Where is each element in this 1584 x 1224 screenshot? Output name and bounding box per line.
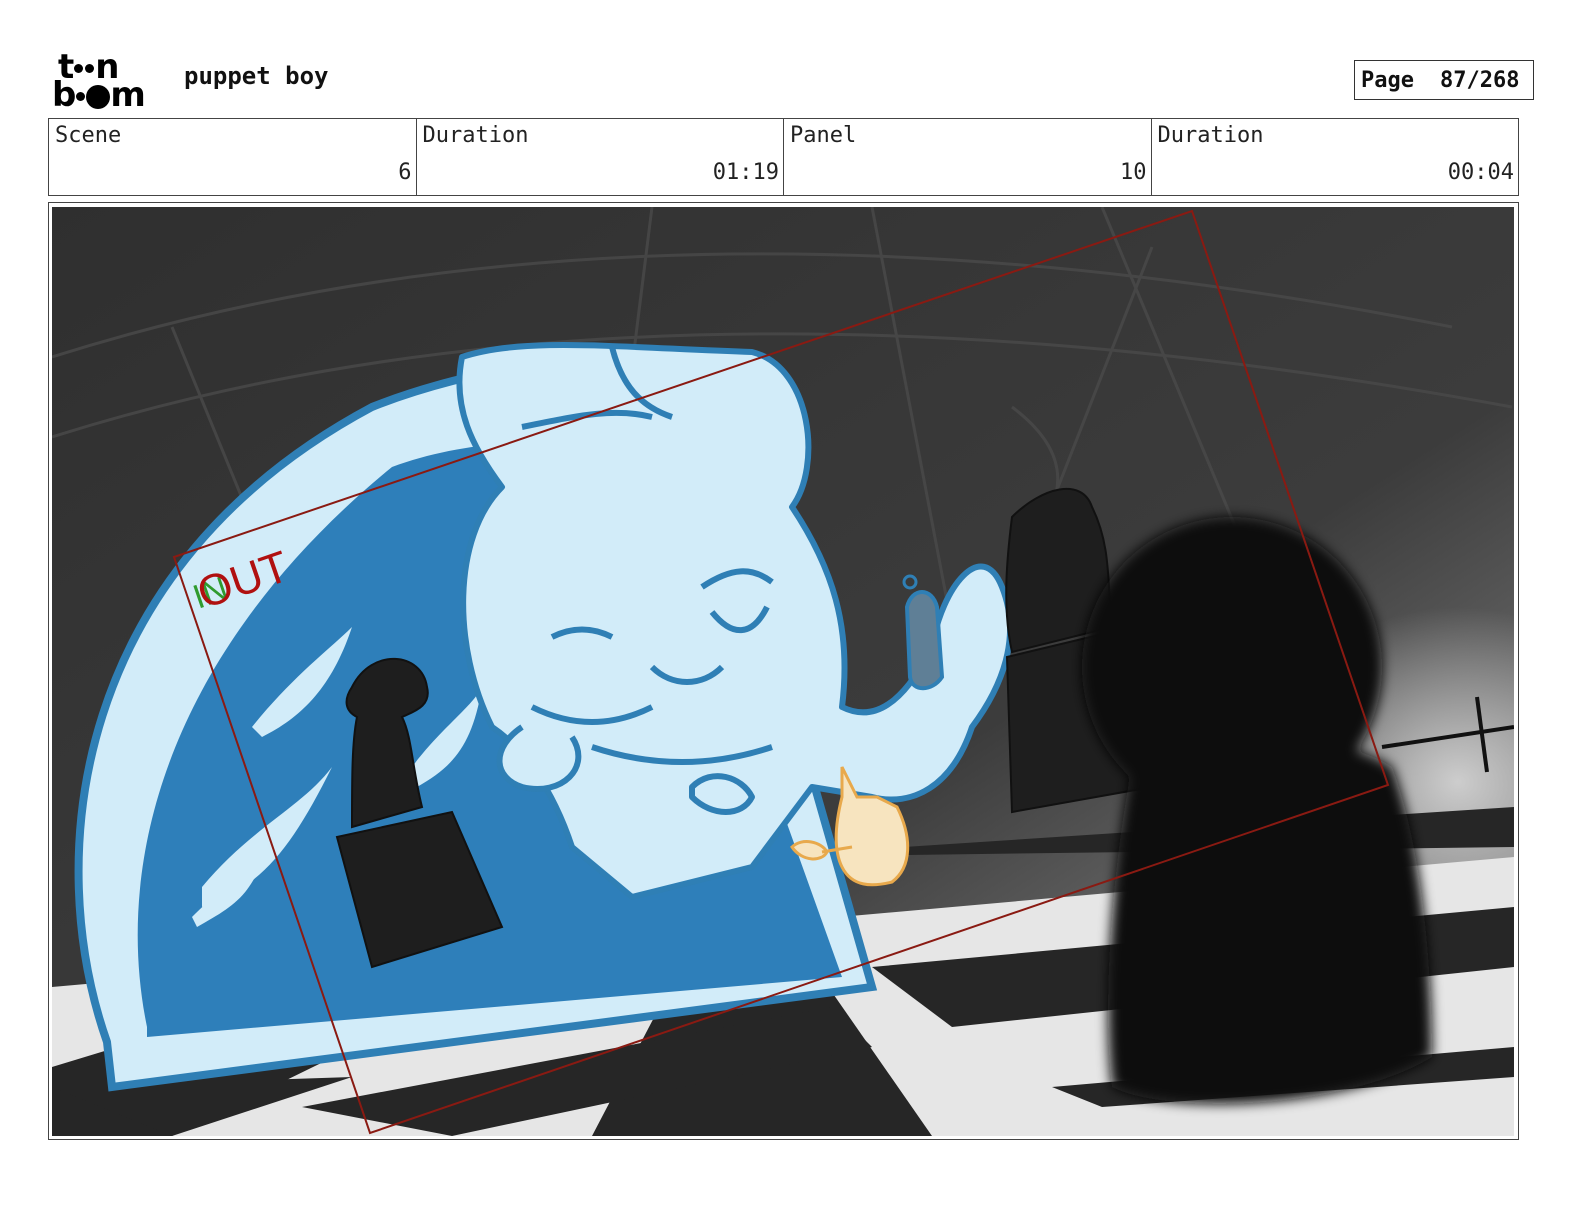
scene-label: Scene [55,123,122,148]
project-title: puppet boy [184,62,329,90]
scene-value: 6 [398,160,412,185]
panel-duration-cell: Duration 00:04 [1152,119,1519,195]
scene-duration-value: 01:19 [712,160,779,185]
panel-label: Panel [790,123,857,148]
panel-cell: Panel 10 [784,119,1152,195]
panel-value: 10 [1120,160,1147,185]
logo-bottom: bm [52,75,146,115]
scene-cell: Scene 6 [49,119,417,195]
toonboom-logo: tn bm [52,50,164,115]
page-indicator: Page 87/268 [1354,60,1534,100]
page-label: Page [1361,67,1414,93]
scene-duration-label: Duration [422,123,529,148]
storyboard-panel: IN OUT [52,207,1514,1136]
panel-duration-value: 00:04 [1447,160,1514,185]
held-pawn [904,590,945,691]
panel-duration-label: Duration [1157,123,1264,148]
page-value: 87/268 [1439,67,1520,93]
panel-artwork: IN OUT [52,207,1514,1136]
scene-duration-cell: Duration 01:19 [417,119,784,195]
info-table: Scene 6 Duration 01:19 Panel 10 Duration… [48,118,1519,196]
